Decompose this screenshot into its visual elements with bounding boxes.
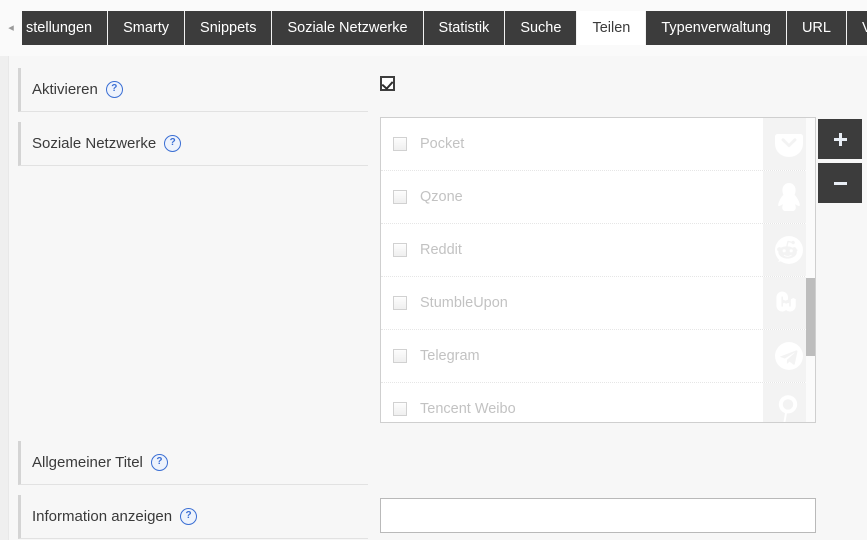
tab-url[interactable]: URL: [786, 11, 847, 45]
social-networks-list: Pocket Qzone Reddit StumbleUpon Telegram Tenc…: [380, 117, 816, 423]
network-name: Pocket: [420, 136, 465, 152]
tab-typenverwaltung[interactable]: Typenverwaltung: [646, 11, 787, 45]
add-network-button[interactable]: [818, 119, 862, 159]
tab-teilen[interactable]: Teilen: [577, 11, 647, 45]
label-text: Soziale Netzwerke: [32, 135, 157, 152]
aktivieren-checkbox[interactable]: [380, 76, 395, 91]
social-networks-scrollbar[interactable]: [806, 118, 815, 422]
tab-scroll-left-icon[interactable]: ◂: [0, 11, 22, 45]
social-networks-scrollport: Pocket Qzone Reddit StumbleUpon Telegram Tenc…: [381, 118, 815, 422]
field-label-information-anzeigen: Information anzeigen ?: [18, 495, 368, 539]
tab-snippets[interactable]: Snippets: [185, 11, 273, 45]
label-text: Aktivieren: [32, 81, 98, 98]
network-name: Telegram: [420, 348, 480, 364]
allgemeiner-titel-input[interactable]: [380, 498, 816, 533]
tab-smarty[interactable]: Smarty: [108, 11, 186, 45]
field-label-aktivieren: Aktivieren ?: [18, 68, 368, 112]
field-label-allgemeiner-titel: Allgemeiner Titel ?: [18, 441, 368, 485]
minus-icon: [833, 181, 847, 185]
network-row[interactable]: Reddit: [381, 224, 815, 277]
tab-bar: ◂ stellungen Smarty Snippets Soziale Netzwe…: [0, 0, 867, 56]
plus-icon-vertical: [838, 132, 842, 146]
network-name: Reddit: [420, 242, 462, 258]
network-row[interactable]: Tencent Weibo: [381, 383, 815, 422]
network-checkbox[interactable]: [393, 296, 407, 310]
remove-network-button[interactable]: [818, 163, 862, 203]
network-checkbox[interactable]: [393, 243, 407, 257]
help-icon[interactable]: ?: [150, 454, 168, 471]
scrollbar-thumb[interactable]: [806, 278, 815, 356]
network-checkbox[interactable]: [393, 137, 407, 151]
tab-statistik[interactable]: Statistik: [423, 11, 506, 45]
network-row[interactable]: Qzone: [381, 171, 815, 224]
label-text: Information anzeigen: [32, 508, 173, 525]
network-name: Tencent Weibo: [420, 401, 516, 417]
network-checkbox[interactable]: [393, 190, 407, 204]
network-checkbox[interactable]: [393, 402, 407, 416]
label-text: Allgemeiner Titel: [32, 454, 143, 471]
help-icon[interactable]: ?: [105, 81, 123, 98]
tab-strip: ◂ stellungen Smarty Snippets Soziale Netzwe…: [0, 11, 867, 45]
tab-stellungen[interactable]: stellungen: [22, 11, 109, 45]
network-name: Qzone: [420, 189, 463, 205]
tab-verschiedenes[interactable]: Verschiedenes: [846, 11, 867, 45]
settings-page: ◂ stellungen Smarty Snippets Soziale Netzwe…: [0, 0, 867, 540]
network-row[interactable]: Telegram: [381, 330, 815, 383]
tab-suche[interactable]: Suche: [505, 11, 578, 45]
network-row[interactable]: StumbleUpon: [381, 277, 815, 330]
settings-content: Aktivieren ? Soziale Netzwerke ? Allgeme…: [0, 56, 867, 540]
network-checkbox[interactable]: [393, 349, 407, 363]
network-name: StumbleUpon: [420, 295, 508, 311]
page-left-edge: [0, 56, 9, 540]
help-icon[interactable]: ?: [180, 508, 198, 525]
help-icon[interactable]: ?: [164, 135, 182, 152]
field-label-soziale-netzwerke: Soziale Netzwerke ?: [18, 122, 368, 166]
tab-soziale-netzwerke[interactable]: Soziale Netzwerke: [272, 11, 424, 45]
network-row[interactable]: Pocket: [381, 118, 815, 171]
